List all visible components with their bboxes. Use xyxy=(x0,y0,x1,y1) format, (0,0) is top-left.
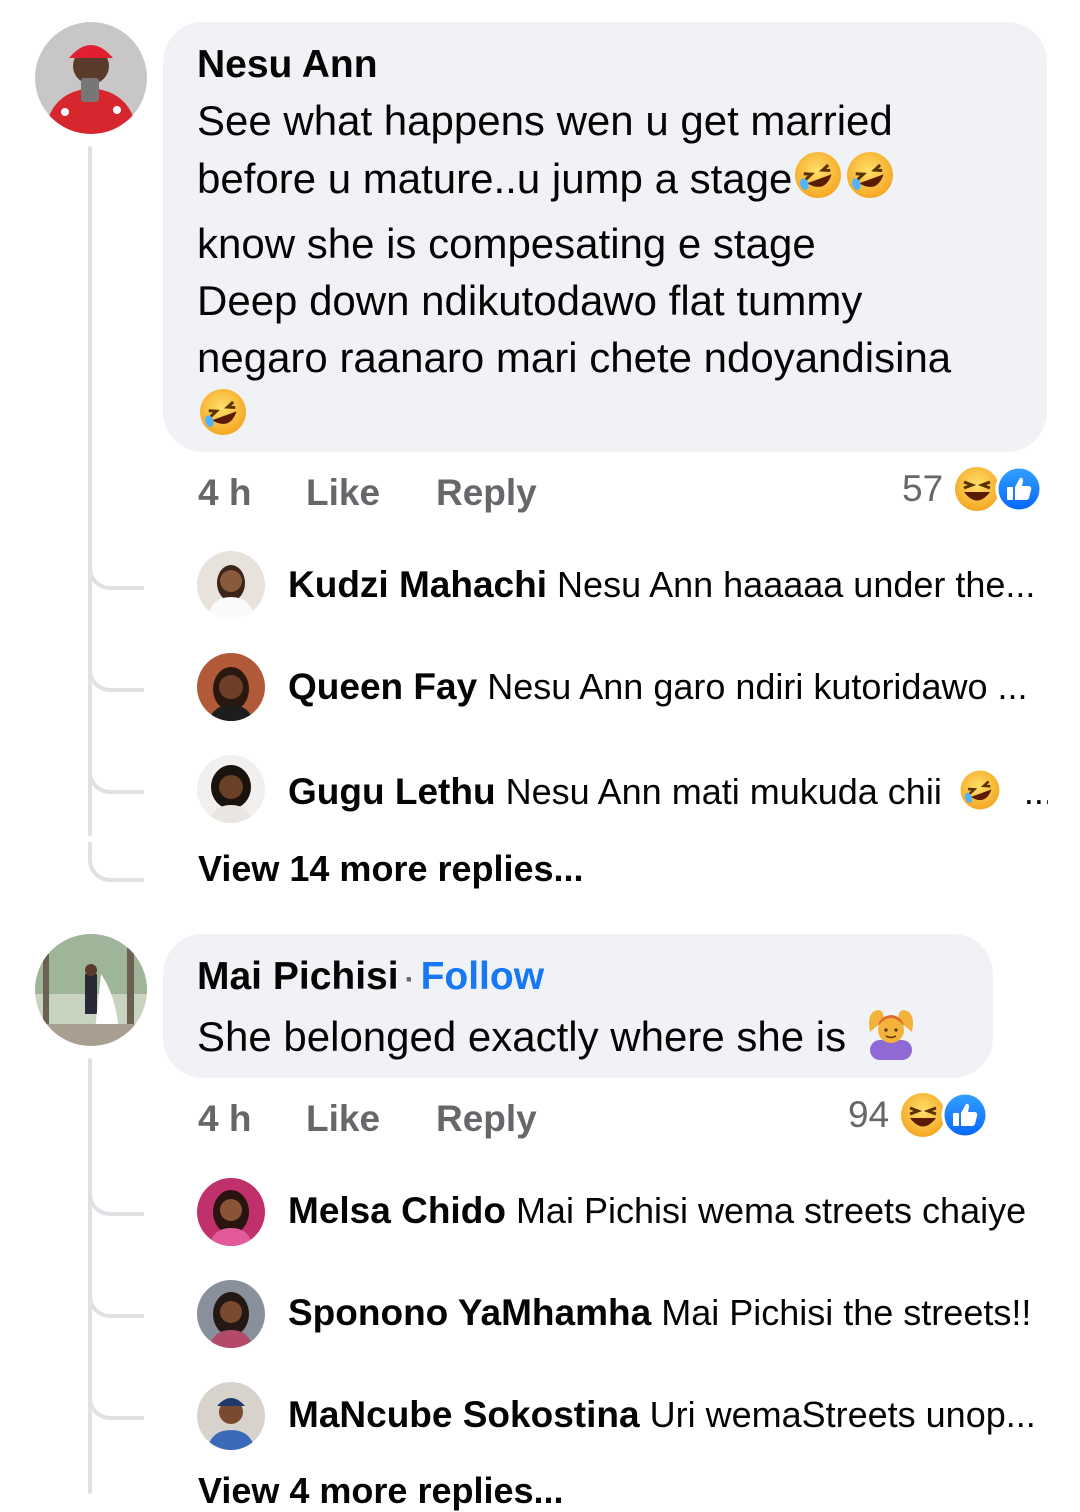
reply-item[interactable]: Kudzi Mahachi Nesu Ann haaaaa under the.… xyxy=(288,564,1048,606)
thread-line xyxy=(88,1058,92,1494)
like-icon xyxy=(995,465,1043,513)
reply-author[interactable]: Kudzi Mahachi xyxy=(288,564,547,605)
like-button[interactable]: Like xyxy=(306,1098,380,1140)
like-button[interactable]: Like xyxy=(306,472,380,514)
avatar-sponono-yamhamha[interactable] xyxy=(197,1280,265,1348)
reply-author[interactable]: Gugu Lethu xyxy=(288,771,496,812)
comment-bubble[interactable]: Nesu Ann See what happens wen u get marr… xyxy=(163,22,1047,452)
reply-button[interactable]: Reply xyxy=(436,1098,537,1140)
reply-author[interactable]: Melsa Chido xyxy=(288,1190,506,1231)
follow-button[interactable]: Follow xyxy=(421,955,544,998)
rofl-emoji-icon xyxy=(792,149,844,215)
reply-author[interactable]: MaNcube Sokostina xyxy=(288,1394,640,1435)
avatar-gugu-lethu[interactable] xyxy=(197,755,265,823)
comment-line: negaro raanaro mari chete ndoyandisina xyxy=(197,334,952,381)
reply-text: Nesu Ann mati mukuda chii xyxy=(505,771,942,813)
haha-icon xyxy=(955,467,1000,511)
comment-header: Mai Pichisi · Follow xyxy=(197,954,544,1003)
view-more-replies-button[interactable]: View 4 more replies... xyxy=(198,1470,564,1512)
comment-text: See what happens wen u get married befor… xyxy=(197,92,1037,452)
comment-time: 4 h xyxy=(198,1098,252,1139)
avatar-kudzi-mahachi[interactable] xyxy=(197,551,265,619)
thread-connector xyxy=(88,1278,144,1318)
reply-button[interactable]: Reply xyxy=(436,472,537,514)
reply-text: Nesu Ann haaaaa under the... xyxy=(557,564,1036,605)
reply-text: Mai Pichisi the streets!! xyxy=(661,1292,1032,1333)
comment-line: Deep down ndikutodawo flat tummy xyxy=(197,277,863,324)
thread-connector xyxy=(88,550,144,590)
comment-time: 4 h xyxy=(198,472,252,513)
thread-connector xyxy=(88,842,144,882)
reply-text: Nesu Ann garo ndiri kutoridawo ... xyxy=(487,666,1028,707)
comment-author[interactable]: Mai Pichisi xyxy=(197,955,399,998)
reply-item[interactable]: Sponono YaMhamha Mai Pichisi the streets… xyxy=(288,1292,1048,1334)
separator-dot: · xyxy=(404,963,415,996)
comment-line: know she is compesating e stage xyxy=(197,220,816,267)
thread-connector xyxy=(88,754,144,794)
reply-item[interactable]: MaNcube Sokostina Uri wemaStreets unop..… xyxy=(288,1394,1048,1436)
comment-bubble[interactable]: Mai Pichisi · Follow She belonged exactly … xyxy=(163,934,993,1078)
comment-text: She belonged exactly where she is xyxy=(197,1006,918,1074)
reply-truncation: ... xyxy=(1023,771,1048,813)
like-icon xyxy=(941,1091,989,1139)
reply-item[interactable]: Gugu Lethu Nesu Ann mati mukuda chii ... xyxy=(288,768,1048,821)
avatar-queen-fay[interactable] xyxy=(197,653,265,721)
reply-item[interactable]: Queen Fay Nesu Ann garo ndiri kutoridawo… xyxy=(288,666,1048,708)
avatar-mancube-sokostina[interactable] xyxy=(197,1382,265,1450)
person-gesturing-ok-emoji-icon xyxy=(864,1006,918,1074)
reply-author[interactable]: Queen Fay xyxy=(288,666,477,707)
reply-author[interactable]: Sponono YaMhamha xyxy=(288,1292,651,1333)
reaction-summary[interactable]: 94 xyxy=(848,1091,989,1139)
haha-icon xyxy=(901,1093,946,1137)
reply-item[interactable]: Melsa Chido Mai Pichisi wema streets cha… xyxy=(288,1190,1048,1232)
thread-connector xyxy=(88,652,144,692)
comment-line: See what happens wen u get married xyxy=(197,97,893,144)
rofl-emoji-icon xyxy=(958,768,1002,821)
thread-connector xyxy=(88,1176,144,1216)
avatar-nesu-ann[interactable] xyxy=(35,22,147,134)
rofl-emoji-icon xyxy=(197,386,249,452)
reaction-summary[interactable]: 57 xyxy=(902,465,1043,513)
reaction-count: 94 xyxy=(848,1094,890,1135)
comment-author[interactable]: Nesu Ann xyxy=(197,42,378,88)
comment-line: before u mature..u jump a stage xyxy=(197,149,1037,215)
rofl-emoji-icon xyxy=(844,149,896,215)
reaction-count: 57 xyxy=(902,468,944,509)
reply-text: Mai Pichisi wema streets chaiye xyxy=(515,1190,1027,1231)
avatar-mai-pichisi[interactable] xyxy=(35,934,147,1046)
comment-line xyxy=(197,386,1037,452)
view-more-replies-button[interactable]: View 14 more replies... xyxy=(198,848,584,890)
thread-connector xyxy=(88,1380,144,1420)
avatar-melsa-chido[interactable] xyxy=(197,1178,265,1246)
thread-line xyxy=(88,146,92,836)
reply-text: Uri wemaStreets unop... xyxy=(649,1394,1036,1435)
